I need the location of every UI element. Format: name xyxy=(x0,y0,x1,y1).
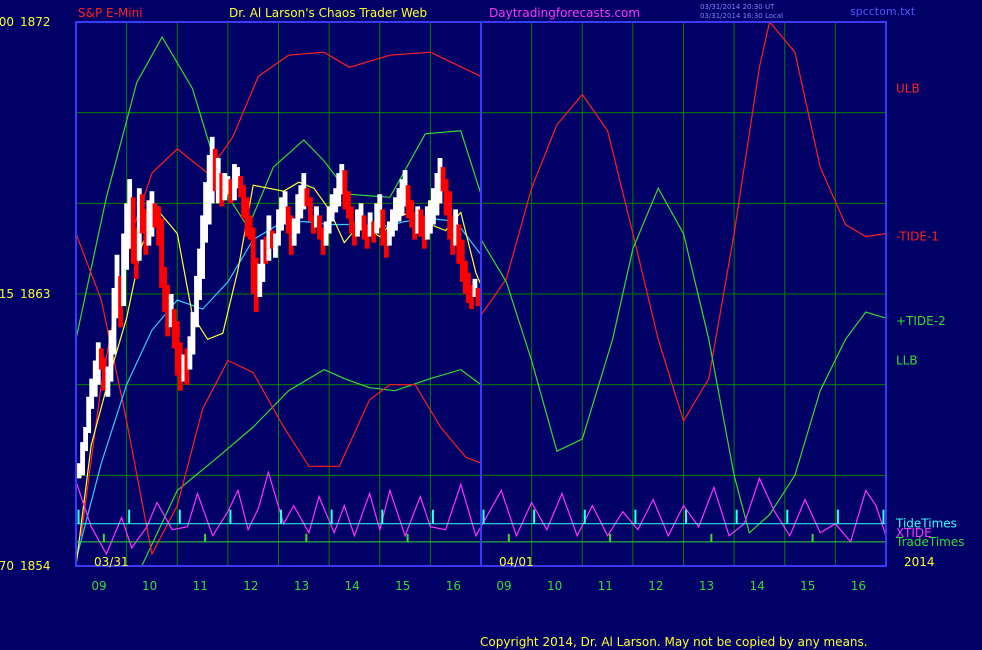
site-title: Dr. Al Larson's Chaos Trader Web xyxy=(229,6,427,20)
x-hour-label: 16 xyxy=(851,579,866,593)
x-hour-label: 11 xyxy=(193,579,208,593)
x-hour-label: 15 xyxy=(800,579,815,593)
copyright-notice: Copyright 2014, Dr. Al Larson. May not b… xyxy=(480,635,868,649)
x-hour-label: 13 xyxy=(699,579,714,593)
line-label: LLB xyxy=(896,353,918,367)
x-date-label: 2014 xyxy=(904,555,935,569)
timestamp-local: 03/31/2014 16:30 Local xyxy=(700,12,783,20)
y-tick-label: 270 xyxy=(0,559,14,573)
y-tick-price: 1872 xyxy=(20,15,51,29)
x-hour-label: 10 xyxy=(142,579,157,593)
x-date-label: 03/31 xyxy=(94,555,129,569)
y-tick-label: 315 xyxy=(0,287,14,301)
x-hour-label: 10 xyxy=(547,579,562,593)
x-hour-label: 16 xyxy=(446,579,461,593)
x-hour-label: 12 xyxy=(648,579,663,593)
line-label: -TIDE-1 xyxy=(896,230,939,244)
chart-background xyxy=(0,0,982,650)
symbol-title: S&P E-Mini xyxy=(78,6,143,20)
line-label: ULB xyxy=(896,81,920,95)
x-hour-label: 14 xyxy=(344,579,359,593)
site-url: Daytradingforecasts.com xyxy=(489,6,640,20)
y-tick-price: 1854 xyxy=(20,559,51,573)
x-hour-label: 13 xyxy=(294,579,309,593)
line-label: +TIDE-2 xyxy=(896,314,946,328)
x-hour-label: 14 xyxy=(749,579,764,593)
line-label: TradeTimes xyxy=(895,535,964,549)
y-tick-label: 000 xyxy=(0,15,14,29)
x-hour-label: 09 xyxy=(496,579,511,593)
data-filename: spcctom.txt xyxy=(850,5,916,18)
x-hour-label: 11 xyxy=(598,579,613,593)
x-hour-label: 12 xyxy=(243,579,258,593)
x-hour-label: 09 xyxy=(91,579,106,593)
x-hour-label: 15 xyxy=(395,579,410,593)
chaos-trader-chart: 000 1872 315 1863 270 1854 09 10 11 12 13 14 15 16 09 1… xyxy=(0,0,982,650)
x-date-label: 04/01 xyxy=(499,555,534,569)
price-bar xyxy=(475,287,481,307)
timestamp-ut: 03/31/2014 20:30 UT xyxy=(700,3,775,11)
y-tick-price: 1863 xyxy=(20,287,51,301)
